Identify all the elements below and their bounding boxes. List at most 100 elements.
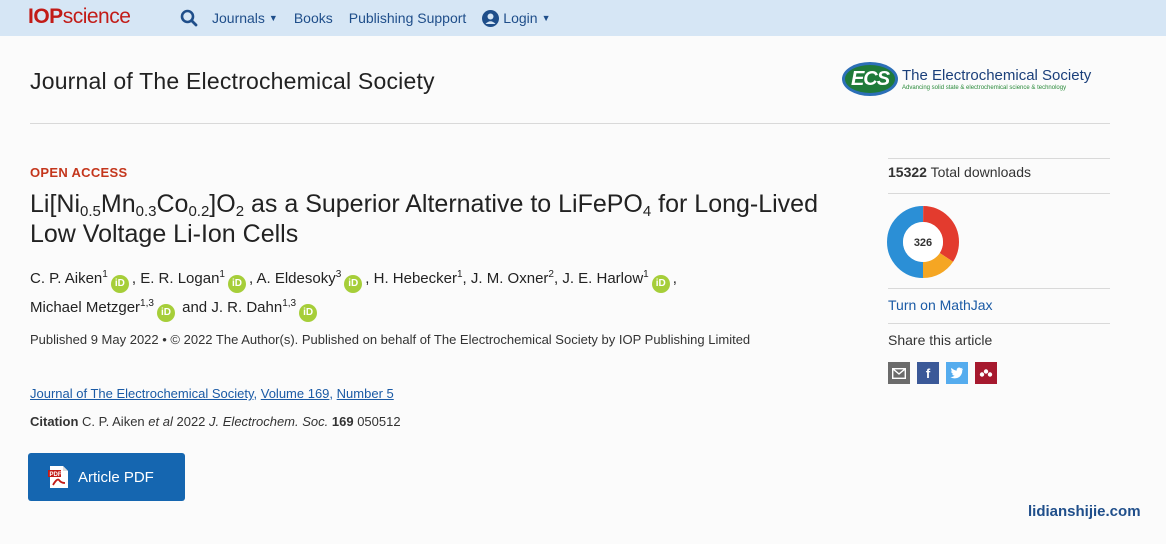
brand-part-iop: IOP: [28, 5, 63, 28]
author-dahn[interactable]: J. R. Dahn1,3: [211, 298, 297, 317]
author-affiliation: 3: [335, 269, 342, 280]
orcid-icon[interactable]: iD: [110, 275, 129, 293]
sidebar-divider: [888, 323, 1110, 324]
nav-publishing-support-label: Publishing Support: [348, 10, 467, 26]
ecs-badge-icon: ECS: [842, 62, 898, 96]
nav-login-label: Login: [503, 10, 538, 26]
sidebar-divider: [888, 193, 1110, 194]
orcid-icon[interactable]: iD: [651, 275, 670, 293]
caret-down-icon: ▼: [541, 13, 551, 23]
header-divider: [30, 123, 1110, 124]
author-name: C. P. Aiken: [30, 270, 103, 287]
title-sub-3: 0.2: [188, 203, 210, 220]
title-text-2: Mn: [100, 190, 136, 218]
title-text-5: as a Superior Alternative to LiFePO: [244, 190, 643, 218]
citation-authors: C. P. Aiken: [82, 414, 145, 429]
author-and: and: [182, 299, 208, 316]
author-hebecker[interactable]: H. Hebecker1: [373, 269, 463, 288]
mendeley-share-icon[interactable]: [975, 362, 997, 384]
twitter-share-icon[interactable]: [946, 362, 968, 384]
citation-volume: 169: [331, 414, 354, 429]
title-sub-1: 0.5: [80, 203, 101, 220]
svg-text:PDF: PDF: [50, 472, 62, 478]
nav-journals[interactable]: Journals ▼: [212, 10, 278, 26]
title-text-3: Co: [156, 190, 189, 218]
title-sub-5: 4: [642, 203, 652, 220]
author-metzger[interactable]: Michael Metzger1,3: [30, 298, 154, 317]
volume-link[interactable]: Volume 169: [261, 386, 330, 401]
author-name: H. Hebecker: [373, 270, 457, 287]
journal-link[interactable]: Journal of The Electrochemical Society: [30, 386, 254, 401]
author-affiliation: 1: [643, 269, 649, 280]
facebook-share-icon[interactable]: f: [917, 362, 939, 384]
author-logan[interactable]: E. R. Logan1: [140, 269, 225, 288]
citation-label: Citation: [30, 414, 79, 429]
author-affiliation: 1,3: [282, 298, 297, 309]
open-access-label: OPEN ACCESS: [30, 165, 128, 180]
number-link[interactable]: Number 5: [337, 386, 394, 401]
author-name: J. M. Oxner: [470, 270, 549, 287]
author-aiken[interactable]: C. P. Aiken1: [30, 269, 108, 288]
author-oxner[interactable]: J. M. Oxner2: [470, 269, 554, 288]
downloads-count: 15322: [888, 164, 927, 180]
altmetric-donut-icon[interactable]: 326: [886, 205, 960, 279]
top-navbar: IOPscience Journals ▼ Books Publishing Su…: [0, 0, 1166, 36]
author-affiliation: 1: [456, 269, 463, 280]
sidebar-divider: [888, 288, 1110, 289]
author-affiliation: 1: [102, 269, 108, 280]
publication-info: Published 9 May 2022 • © 2022 The Author…: [30, 332, 751, 347]
title-text-4: ]O: [209, 190, 236, 218]
author-harlow[interactable]: J. E. Harlow1: [562, 269, 649, 288]
title-sub-2: 0.3: [135, 203, 157, 220]
article-pdf-label: Article PDF: [78, 468, 154, 486]
share-buttons: f: [888, 362, 1004, 384]
nav-journals-label: Journals: [212, 10, 265, 26]
article-title: Li[Ni0.5Mn0.3Co0.2]O2 as a Superior Alte…: [30, 189, 850, 249]
orcid-icon[interactable]: iD: [299, 304, 318, 322]
issue-links: Journal of The Electrochemical Society, …: [30, 386, 394, 401]
sidebar-divider: [888, 158, 1110, 159]
iopscience-logo[interactable]: IOPscience: [28, 5, 131, 29]
brand-part-science: science: [62, 5, 131, 28]
altmetric-score: 326: [914, 237, 932, 249]
orcid-icon[interactable]: iD: [344, 275, 363, 293]
title-text-1: Li[Ni: [30, 190, 81, 218]
citation-etal: et al: [148, 414, 173, 429]
share-label: Share this article: [888, 332, 993, 348]
nav-books-label: Books: [293, 10, 333, 26]
author-affiliation: 1,3: [140, 298, 154, 309]
citation-article-number: 050512: [357, 414, 401, 429]
citation-journal: J. Electrochem. Soc.: [209, 414, 329, 429]
citation-year: 2022: [176, 414, 206, 429]
citation: Citation C. P. Aiken et al 2022 J. Elect…: [30, 414, 401, 429]
author-name: A. Eldesoky: [256, 270, 336, 287]
nav-publishing-support[interactable]: Publishing Support: [349, 10, 467, 26]
author-name: E. R. Logan: [140, 270, 220, 287]
author-name: J. R. Dahn: [211, 299, 283, 316]
email-share-icon[interactable]: [888, 362, 910, 384]
ecs-logo-name: The Electrochemical Society: [902, 67, 1092, 84]
ecs-logo-tagline: Advancing solid state & electrochemical …: [902, 85, 1067, 91]
author-name: Michael Metzger: [30, 299, 141, 316]
author-name: J. E. Harlow: [562, 270, 644, 287]
orcid-icon[interactable]: iD: [227, 275, 246, 293]
author-affiliation: 1: [219, 269, 225, 280]
pdf-icon: PDF: [48, 466, 68, 488]
ecs-logo-text: The Electrochemical Society Advancing so…: [902, 67, 1091, 91]
orcid-icon[interactable]: iD: [156, 304, 175, 322]
search-icon[interactable]: [180, 9, 198, 27]
nav-books[interactable]: Books: [294, 10, 333, 26]
nav-login[interactable]: Login ▼: [482, 9, 551, 27]
journal-title[interactable]: Journal of The Electrochemical Society: [30, 68, 435, 95]
author-list: C. P. Aiken1iD, E. R. Logan1iD, A. Eldes…: [30, 264, 850, 322]
author-eldesoky[interactable]: A. Eldesoky3: [256, 269, 342, 288]
title-sub-4: 2: [235, 203, 245, 220]
caret-down-icon: ▼: [268, 13, 278, 23]
ecs-logo[interactable]: ECS The Electrochemical Society Advancin…: [842, 62, 1091, 96]
article-pdf-button[interactable]: PDF Article PDF: [28, 453, 185, 501]
mathjax-toggle[interactable]: Turn on MathJax: [888, 297, 993, 313]
total-downloads: 15322 Total downloads: [888, 164, 1031, 180]
author-affiliation: 2: [548, 269, 554, 280]
user-icon: [482, 9, 500, 27]
downloads-label: Total downloads: [930, 164, 1031, 180]
